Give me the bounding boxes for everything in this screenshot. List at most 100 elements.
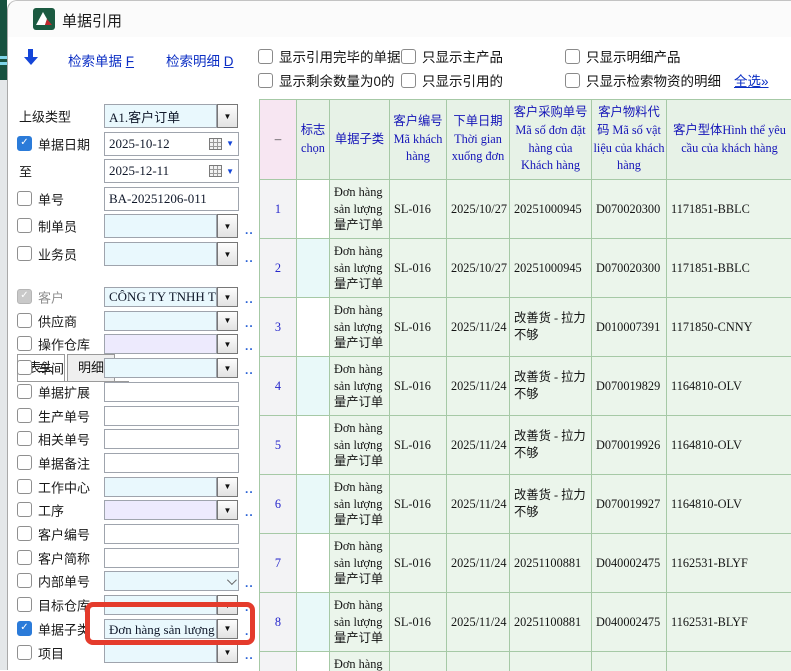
cell-subtype[interactable]: Đơn hàng sản lượng 量产订单 <box>330 298 390 357</box>
cell-subtype[interactable]: Đơn hàng sản lượng 量产订单 <box>330 534 390 593</box>
filter-field[interactable]: Đơn hàng sản lượng 量 <box>104 619 217 639</box>
cell-customer_code[interactable]: SL-016 <box>390 298 447 357</box>
cell-flag[interactable] <box>297 593 330 652</box>
browse-dots-button[interactable]: .. <box>245 505 254 519</box>
filter-field[interactable] <box>104 571 239 591</box>
filter-field[interactable] <box>104 406 239 426</box>
column-header-model[interactable]: 客户型体Hình thể yêu cầu của khách hàng <box>667 100 791 180</box>
browse-dots-button[interactable]: .. <box>245 482 254 496</box>
dropdown-button[interactable]: ▼ <box>217 619 238 639</box>
column-header-material_code[interactable]: 客户物料代码 Mã số vật liệu của khách hàng <box>592 100 667 180</box>
cell-model[interactable]: 1164810-OLV <box>667 357 791 416</box>
filter-field[interactable] <box>104 643 217 663</box>
browse-dots-button[interactable]: .. <box>245 292 254 306</box>
cell-order_date[interactable]: 2025/11/24 <box>447 534 510 593</box>
dropdown-arrow-icon[interactable]: ▼ <box>226 139 234 148</box>
cell-flag[interactable] <box>297 475 330 534</box>
filter-field[interactable] <box>104 358 217 378</box>
chevron-down-icon[interactable] <box>227 575 237 585</box>
cell-po[interactable]: 20251100881 <box>510 534 592 593</box>
dropdown-button[interactable]: ▼ <box>217 311 238 331</box>
table-row[interactable]: 4Đơn hàng sản lượng 量产订单SL-0162025/11/24… <box>260 357 791 416</box>
cell-flag[interactable] <box>297 180 330 239</box>
browse-dots-button[interactable]: .. <box>245 648 254 662</box>
cell-model[interactable]: 1171851-BBLC <box>667 180 791 239</box>
browse-dots-button[interactable]: .. <box>245 339 254 353</box>
checkbox-box[interactable] <box>258 73 273 88</box>
filter-field[interactable] <box>104 242 217 266</box>
browse-dots-button[interactable]: .. <box>245 316 254 330</box>
cell-customer_code[interactable]: SL-016 <box>390 357 447 416</box>
cell-customer_code[interactable]: SL-016 <box>390 534 447 593</box>
filter-checkbox[interactable] <box>17 360 32 375</box>
cell-num[interactable]: 9 <box>260 652 297 671</box>
checkbox-show-detail-products[interactable]: 只显示明细产品 <box>565 46 681 66</box>
table-row[interactable]: 8Đơn hàng sản lượng 量产订单SL-0162025/11/24… <box>260 593 791 652</box>
column-header-flag[interactable]: 标志 chọn <box>297 100 330 180</box>
cell-po[interactable]: 改善货 - 拉力不够 <box>510 475 592 534</box>
select-all-link[interactable]: 全选» <box>734 70 769 90</box>
filter-checkbox[interactable]: ✓ <box>17 289 32 304</box>
cell-model[interactable]: 1171851-BBLC <box>667 239 791 298</box>
table-row[interactable]: 7Đơn hàng sản lượng 量产订单SL-0162025/11/24… <box>260 534 791 593</box>
cell-customer_code[interactable]: SL-016 <box>390 416 447 475</box>
cell-num[interactable]: 2 <box>260 239 297 298</box>
filter-checkbox[interactable] <box>17 313 32 328</box>
dropdown-button[interactable]: ▼ <box>217 287 238 307</box>
cell-flag[interactable] <box>297 652 330 671</box>
cell-order_date[interactable] <box>447 652 510 671</box>
cell-po[interactable]: 改善货 - 拉力不够 <box>510 357 592 416</box>
table-row[interactable]: 5Đơn hàng sản lượng 量产订单SL-0162025/11/24… <box>260 416 791 475</box>
cell-material_code[interactable]: D070019927 <box>592 475 667 534</box>
filter-checkbox[interactable] <box>17 384 32 399</box>
filter-field[interactable] <box>104 214 217 238</box>
dropdown-button[interactable]: ▼ <box>217 477 238 497</box>
cell-flag[interactable] <box>297 534 330 593</box>
cell-material_code[interactable]: D070020300 <box>592 180 667 239</box>
cell-model[interactable]: 1162531-BLYF <box>667 593 791 652</box>
table-row[interactable]: 1Đơn hàng sản lượng 量产订单SL-0162025/10/27… <box>260 180 791 239</box>
dropdown-button[interactable]: ▼ <box>217 500 238 520</box>
calendar-icon[interactable] <box>209 165 222 177</box>
filter-checkbox[interactable]: ✓ <box>17 136 32 151</box>
dropdown-button[interactable]: ▼ <box>217 334 238 354</box>
table-row[interactable]: 9 Đơn hàng sản lượng 量产订单 <box>260 652 791 671</box>
filter-field[interactable] <box>104 311 217 331</box>
cell-subtype[interactable]: Đơn hàng sản lượng 量产订单 <box>330 652 390 671</box>
cell-material_code[interactable]: D010007391 <box>592 298 667 357</box>
cell-model[interactable] <box>667 652 791 671</box>
filter-field[interactable]: 2025-12-11▼ <box>104 159 239 183</box>
cell-material_code[interactable]: D070019829 <box>592 357 667 416</box>
browse-dots-button[interactable]: .. <box>245 363 254 377</box>
cell-flag[interactable] <box>297 416 330 475</box>
dropdown-button[interactable]: ▼ <box>217 358 238 378</box>
cell-order_date[interactable]: 2025/11/24 <box>447 357 510 416</box>
cell-po[interactable]: 20251000945 <box>510 239 592 298</box>
cell-flag[interactable] <box>297 239 330 298</box>
cell-num[interactable]: 6 <box>260 475 297 534</box>
table-row[interactable]: 2Đơn hàng sản lượng 量产订单SL-0162025/10/27… <box>260 239 791 298</box>
cell-po[interactable]: 改善货 - 拉力不够 <box>510 416 592 475</box>
cell-customer_code[interactable]: SL-016 <box>390 239 447 298</box>
cell-po[interactable]: 20251000945 <box>510 180 592 239</box>
filter-checkbox[interactable] <box>17 573 32 588</box>
cell-order_date[interactable]: 2025/11/24 <box>447 416 510 475</box>
dropdown-button[interactable]: ▼ <box>217 242 238 266</box>
dropdown-button[interactable]: ▼ <box>217 214 238 238</box>
checkbox-box[interactable] <box>565 49 580 64</box>
filter-checkbox[interactable] <box>17 431 32 446</box>
cell-num[interactable]: 4 <box>260 357 297 416</box>
cell-num[interactable]: 1 <box>260 180 297 239</box>
cell-model[interactable]: 1164810-OLV <box>667 475 791 534</box>
checkbox-show-searched-material-detail[interactable]: 只显示检索物资的明细 <box>565 70 721 90</box>
cell-material_code[interactable] <box>592 652 667 671</box>
calendar-icon[interactable] <box>209 138 222 150</box>
cell-po[interactable]: 改善货 - 拉力不够 <box>510 298 592 357</box>
cell-model[interactable]: 1171850-CNNY <box>667 298 791 357</box>
checkbox-show-referenced[interactable]: 只显示引用的 <box>401 70 503 90</box>
cell-order_date[interactable]: 2025/10/27 <box>447 239 510 298</box>
filter-checkbox[interactable]: ✓ <box>17 621 32 636</box>
filter-field[interactable]: 2025-10-12▼ <box>104 132 239 156</box>
cell-material_code[interactable]: D070019926 <box>592 416 667 475</box>
browse-dots-button[interactable]: .. <box>245 600 254 614</box>
